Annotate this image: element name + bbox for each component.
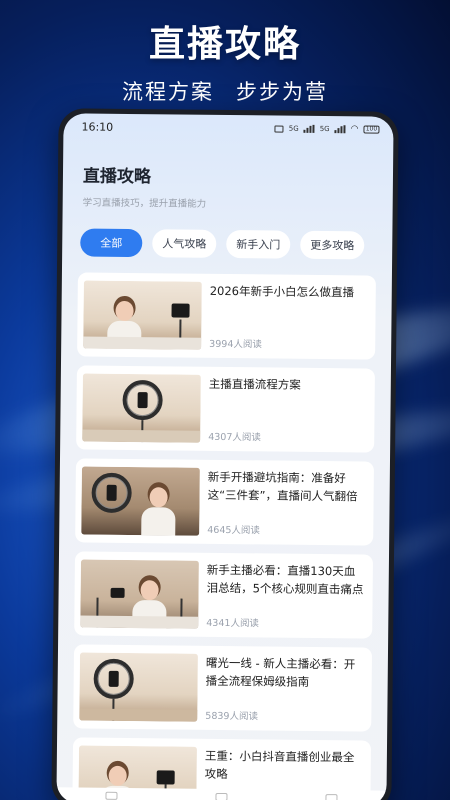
discover-icon[interactable]: [215, 792, 228, 800]
article-title: 新手主播必看：直播130天血泪总结，5个核心规则直击痛点: [206, 562, 364, 597]
article-read-count: 5839人阅读: [205, 710, 259, 723]
article-card[interactable]: 曙光一线 - 新人主播必看：开播全流程保姆级指南 5839人阅读: [73, 644, 373, 732]
nfc-icon: [274, 125, 284, 133]
banner-subtitle-right: 步步为营: [236, 80, 328, 104]
article-thumbnail: [82, 373, 201, 443]
banner-title: 直播攻略: [148, 24, 301, 65]
article-thumbnail: [79, 652, 198, 722]
tab-all[interactable]: 全部: [80, 228, 143, 258]
article-title: 2026年新手小白怎么做直播: [209, 283, 355, 300]
article-read-count: 4341人阅读: [206, 617, 260, 630]
banner-subtitle-left: 流程方案: [122, 80, 214, 104]
status-icons: 5G 5G ◠ 100: [274, 124, 380, 135]
signal-icon: [334, 125, 346, 134]
page-header: 直播攻略 学习直播技巧，提升直播能力: [63, 139, 394, 211]
article-title: 曙光一线 - 新人主播必看：开播全流程保姆级指南: [205, 655, 356, 689]
battery-icon: 100: [363, 125, 380, 134]
tab-beginner[interactable]: 新手入门: [226, 230, 291, 259]
article-read-count: 4307人阅读: [208, 431, 261, 444]
article-thumbnail: [80, 559, 199, 629]
network-label: 5G: [288, 124, 299, 133]
status-time: 16:10: [81, 119, 114, 134]
article-thumbnail: [83, 280, 202, 350]
article-card[interactable]: 新手主播必看：直播130天血泪总结，5个核心规则直击痛点 4341人阅读: [74, 551, 374, 639]
article-read-count: 3994人阅读: [209, 338, 262, 351]
article-title: 新手开播避坑指南：准备好这“三件套”，直播间人气翻倍: [207, 469, 358, 504]
category-tabs: 全部 人气攻略 新手入门 更多攻略: [62, 208, 392, 260]
tab-popular[interactable]: 人气攻略: [152, 229, 217, 258]
banner-subtitle: 流程方案 步步为营: [0, 76, 450, 106]
page-title: 直播攻略: [82, 166, 152, 188]
article-read-count: 4645人阅读: [207, 524, 261, 537]
app-screen: 16:10 5G 5G ◠ 100 直播攻略 学习直播技巧，提升直播能力 全部 …: [56, 113, 394, 800]
article-thumbnail: [81, 466, 200, 536]
promo-banner: 直播攻略 流程方案 步步为营: [0, 22, 450, 106]
wifi-icon: ◠: [350, 124, 359, 135]
tab-more[interactable]: 更多攻略: [300, 230, 365, 260]
signal-icon: [303, 124, 315, 133]
profile-icon[interactable]: [325, 794, 338, 800]
phone-frame: 16:10 5G 5G ◠ 100 直播攻略 学习直播技巧，提升直播能力 全部 …: [51, 108, 399, 800]
article-title: 王重：小白抖音直播创业最全攻略: [204, 748, 355, 782]
status-bar: 16:10 5G 5G ◠ 100: [63, 113, 393, 142]
article-card[interactable]: 2026年新手小白怎么做直播 3994人阅读: [77, 272, 376, 360]
article-card[interactable]: 主播直播流程方案 4307人阅读: [76, 365, 375, 453]
article-list: 2026年新手小白怎么做直播 3994人阅读 主播直播流程方案 4307人阅读: [56, 256, 392, 800]
article-card[interactable]: 新手开播避坑指南：准备好这“三件套”，直播间人气翻倍 4645人阅读: [75, 458, 374, 546]
article-title: 主播直播流程方案: [208, 376, 301, 392]
home-icon[interactable]: [105, 791, 118, 800]
network-label: 5G: [319, 124, 330, 134]
